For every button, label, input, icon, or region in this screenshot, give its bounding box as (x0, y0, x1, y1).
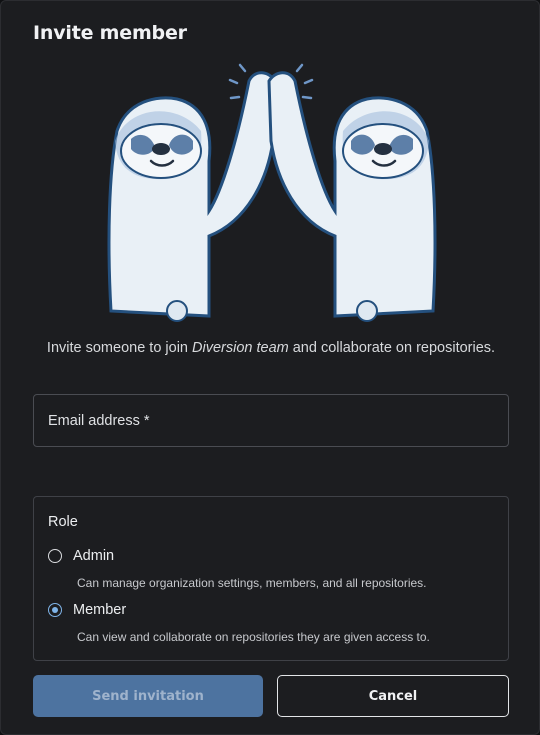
intro-prefix: Invite someone to join (46, 340, 193, 356)
right-sloth (267, 71, 437, 322)
cancel-button[interactable]: Cancel (277, 675, 509, 717)
team-name: Diversion team (192, 340, 289, 356)
intro-suffix: and collaborate on repositories. (288, 340, 496, 356)
role-title: Role (48, 514, 78, 530)
member-radio[interactable] (48, 603, 62, 617)
role-group: Role Admin Can manage organization setti… (33, 496, 509, 661)
send-invitation-button[interactable]: Send invitation (33, 675, 263, 717)
admin-label: Admin (73, 548, 115, 564)
email-input[interactable] (34, 395, 508, 446)
invite-description: Invite someone to join Diversion team an… (1, 340, 540, 356)
dialog-title: Invite member (33, 22, 187, 44)
left-sloth (107, 71, 277, 322)
invite-member-dialog: Invite member Invite someone to join Div… (0, 0, 540, 735)
member-label: Member (73, 602, 127, 618)
admin-description: Can manage organization settings, member… (77, 576, 427, 590)
high-five-sloths-illustration (107, 63, 437, 322)
member-description: Can view and collaborate on repositories… (77, 630, 430, 644)
email-field[interactable]: Email address * (33, 394, 509, 447)
admin-radio[interactable] (48, 549, 62, 563)
